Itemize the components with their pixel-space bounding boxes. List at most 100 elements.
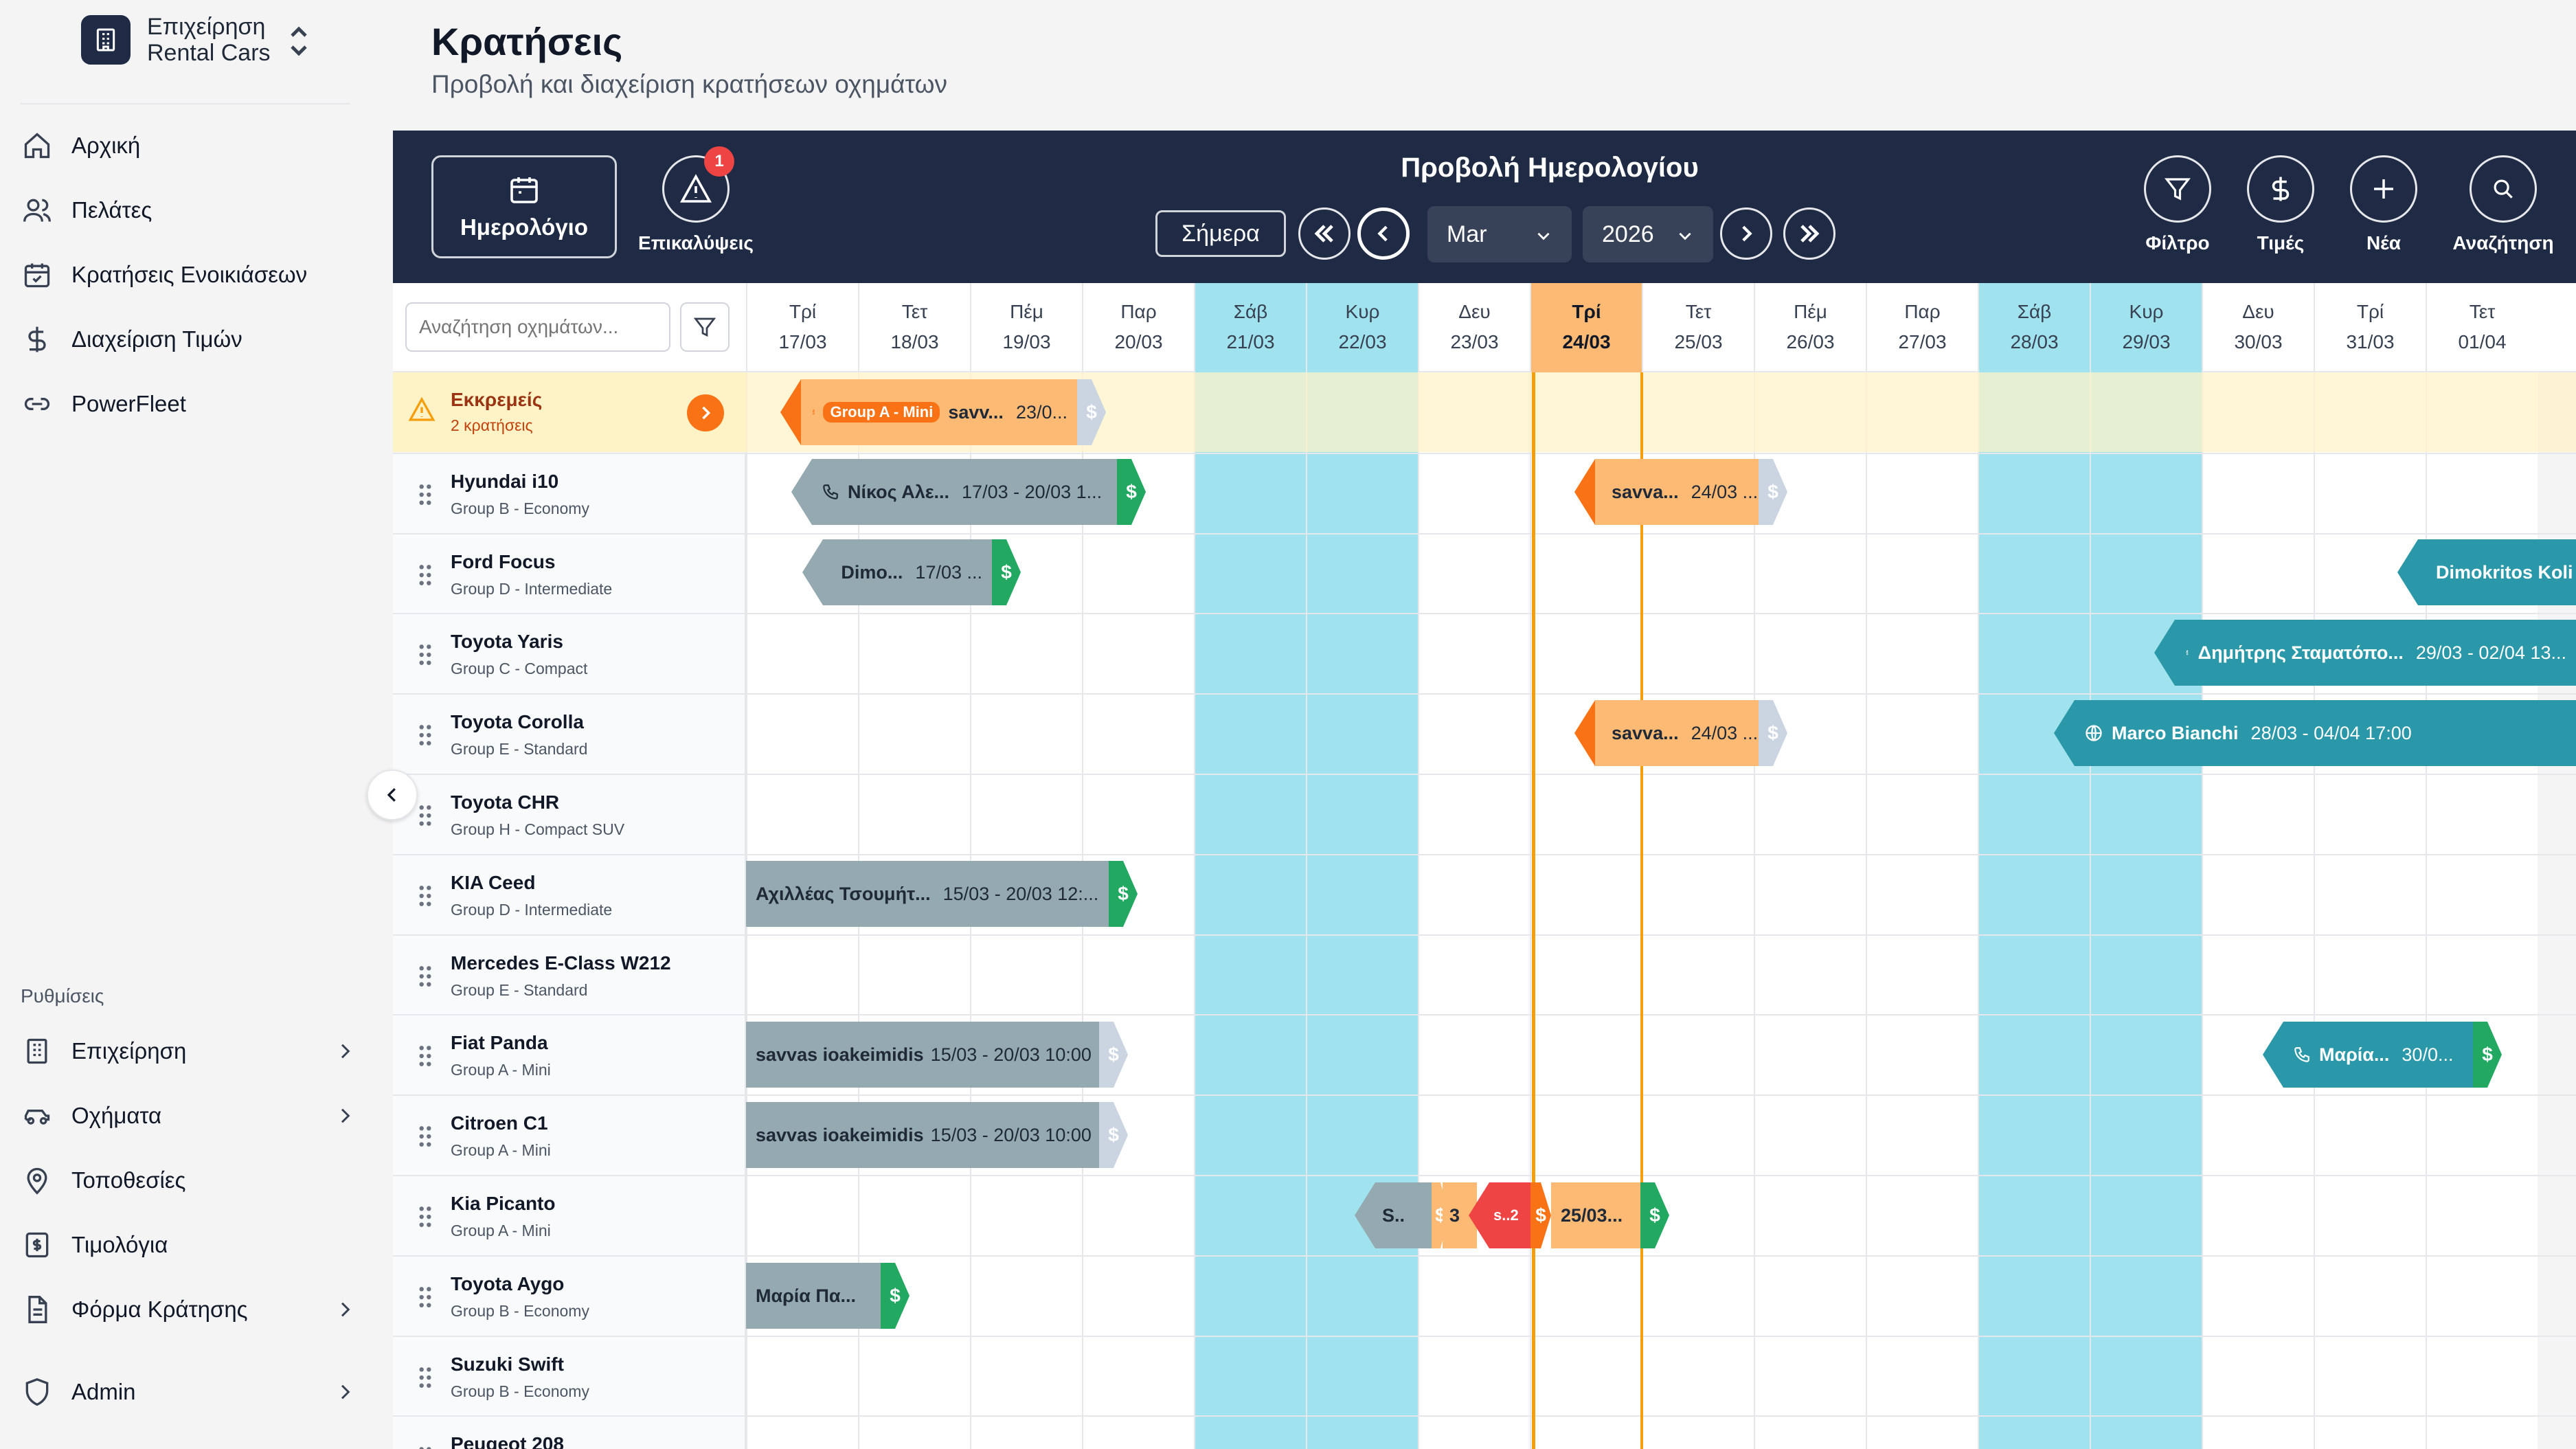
booking-bar[interactable]: Dimokritos Koli: [2397, 539, 2576, 605]
drag-handle-icon[interactable]: [418, 483, 433, 510]
sidebar-item-powerfleet[interactable]: PowerFleet: [19, 383, 363, 425]
business-switcher[interactable]: Επιχείρηση Rental Cars: [81, 14, 271, 66]
day-column-header: Τετ 25/03: [1642, 283, 1754, 372]
booking-bar-conflict[interactable]: s..2 $: [1469, 1182, 1551, 1248]
booking-bar[interactable]: Marco Bianchi 28/03 - 04/04 17:00: [2054, 700, 2576, 766]
sidebar-item-invoices[interactable]: Τιμολόγια: [19, 1224, 363, 1266]
day-column-header: Παρ 20/03: [1082, 283, 1194, 372]
booking-bar[interactable]: Dimo... 17/03 ... $: [802, 539, 1021, 605]
booking-dates: 15/03 - 20/03 12:...: [942, 883, 1099, 904]
next-month-button[interactable]: [1783, 207, 1835, 260]
year-select[interactable]: 2026: [1583, 206, 1713, 262]
drag-handle-icon[interactable]: [418, 804, 433, 831]
vehicle-row[interactable]: Toyota Corolla Group E - Standard: [393, 695, 746, 774]
sidebar-item-locations[interactable]: Τοποθεσίες: [19, 1160, 363, 1201]
vehicle-search-input[interactable]: [405, 302, 670, 352]
day-date: 26/03: [1786, 331, 1835, 352]
day-column-header: Πέμ 26/03: [1754, 283, 1866, 372]
day-name: Τετ: [1685, 301, 1712, 322]
walking-icon: [812, 409, 815, 415]
sidebar-item-admin[interactable]: Admin: [19, 1371, 363, 1413]
booking-bar[interactable]: savvas ioakeimidis 15/03 - 20/03 10:00 $: [746, 1022, 1128, 1088]
sidebar-item-booking-form[interactable]: Φόρμα Κράτησης: [19, 1289, 363, 1330]
phone-icon: [2294, 1047, 2309, 1062]
booking-bar[interactable]: Μαρία Πα... $: [746, 1263, 909, 1329]
sidebar-item-customers[interactable]: Πελάτες: [19, 190, 363, 231]
booking-bar[interactable]: 25/03... $: [1551, 1182, 1669, 1248]
drag-handle-icon[interactable]: [418, 643, 433, 670]
booking-bar[interactable]: Αχιλλέας Τσουμήτ... 15/03 - 20/03 12:...…: [746, 861, 1138, 927]
booking-bar[interactable]: S.. $: [1355, 1182, 1449, 1248]
page-title: Κρατήσεις: [431, 20, 623, 63]
vehicle-row[interactable]: Toyota Yaris Group C - Compact: [393, 614, 746, 694]
vehicle-row[interactable]: Peugeot 208: [393, 1417, 746, 1449]
year-value: 2026: [1602, 221, 1654, 247]
booking-bar[interactable]: Δημήτρης Σταματόπο... 29/03 - 02/04 13..…: [2154, 620, 2576, 686]
booking-bar[interactable]: savvas ioakeimidis 15/03 - 20/03 10:00 $: [746, 1102, 1128, 1168]
drag-handle-icon[interactable]: [418, 884, 433, 911]
vehicle-filter-button[interactable]: [680, 302, 730, 352]
drag-handle-icon[interactable]: [418, 1285, 433, 1312]
chevron-up-down-icon[interactable]: [285, 22, 313, 60]
drag-handle-icon[interactable]: [418, 563, 433, 590]
vehicle-row[interactable]: Ford Focus Group D - Intermediate: [393, 535, 746, 614]
vehicle-row[interactable]: Hyundai i10 Group B - Economy: [393, 454, 746, 534]
booking-customer: Δημήτρης Σταματόπο...: [2197, 642, 2404, 663]
conflicts-button[interactable]: 1 Επικαλύψεις: [638, 146, 754, 258]
payment-status-icon: $: [992, 539, 1021, 605]
vehicle-group: Group B - Economy: [451, 499, 589, 517]
vehicle-row[interactable]: KIA Ceed Group D - Intermediate: [393, 855, 746, 935]
prev-month-button[interactable]: [1298, 207, 1351, 260]
sidebar-item-rental-bookings[interactable]: Κρατήσεις Ενοικιάσεων: [19, 254, 363, 295]
today-button[interactable]: Σήμερα: [1155, 210, 1286, 257]
filter-button[interactable]: Φίλτρο: [2123, 155, 2233, 254]
vehicle-row[interactable]: Suzuki Swift Group B - Economy: [393, 1337, 746, 1417]
booking-customer: savva...: [1612, 481, 1679, 502]
vehicle-row[interactable]: Toyota Aygo Group B - Economy: [393, 1257, 746, 1336]
month-select[interactable]: Mar: [1427, 206, 1572, 262]
vehicle-name: Peugeot 208: [451, 1433, 564, 1449]
car-icon: [19, 1098, 55, 1134]
page-subtitle: Προβολή και διαχείριση κρατήσεων οχημάτω…: [431, 70, 948, 98]
booking-bar[interactable]: Νίκος Αλε... 17/03 - 20/03 1... $: [791, 459, 1146, 525]
calendar-view-button[interactable]: Ημερολόγιο: [431, 155, 617, 258]
search-button[interactable]: Αναζήτηση: [2448, 155, 2558, 254]
vehicle-row[interactable]: Kia Picanto Group A - Mini: [393, 1176, 746, 1256]
new-booking-button[interactable]: Νέα: [2329, 155, 2439, 254]
drag-handle-icon[interactable]: [418, 1125, 433, 1152]
vehicle-row[interactable]: Mercedes E-Class W212 Group E - Standard: [393, 936, 746, 1015]
sidebar-item-vehicles[interactable]: Οχήματα: [19, 1095, 363, 1136]
calendar-grid: Εκκρεμείς 2 κρατήσεις Hyundai i10 Group B…: [393, 372, 2576, 1449]
chevron-left-icon: [387, 788, 396, 802]
booking-bar[interactable]: Group A - Mini savv... 23/0... $: [780, 379, 1106, 445]
drag-handle-icon[interactable]: [418, 1366, 433, 1393]
sidebar-item-pricing[interactable]: Διαχείριση Τιμών: [19, 319, 363, 360]
sidebar-item-label: Admin: [71, 1379, 136, 1404]
day-name: Σάβ: [2017, 301, 2052, 322]
booking-bar[interactable]: savva... 24/03 ... $: [1574, 700, 1787, 766]
drag-handle-icon[interactable]: [418, 723, 433, 750]
sidebar-item-business[interactable]: Επιχείρηση: [19, 1031, 363, 1072]
booking-bar[interactable]: Μαρία... 30/0... $: [2263, 1022, 2502, 1088]
sidebar-item-home[interactable]: Αρχική: [19, 125, 363, 166]
booking-bar[interactable]: savva... 24/03 ... $: [1574, 459, 1787, 525]
vehicle-row[interactable]: Fiat Panda Group A - Mini: [393, 1015, 746, 1095]
prices-button[interactable]: Τιμές: [2226, 155, 2336, 254]
sidebar-item-label: Τοποθεσίες: [71, 1167, 186, 1193]
next-week-button[interactable]: [1720, 207, 1772, 260]
drag-handle-icon[interactable]: [418, 1446, 433, 1449]
pending-bookings-cell[interactable]: Εκκρεμείς 2 κρατήσεις: [393, 372, 746, 452]
new-label: Νέα: [2366, 232, 2402, 254]
drag-handle-icon[interactable]: [418, 965, 433, 991]
booking-customer: Marco Bianchi: [2112, 722, 2239, 743]
vehicle-name: Toyota Aygo: [451, 1273, 565, 1294]
current-time-line: [1640, 372, 1643, 1449]
vehicle-row[interactable]: Citroen C1 Group A - Mini: [393, 1096, 746, 1176]
drag-handle-icon[interactable]: [418, 1044, 433, 1071]
pending-open-button[interactable]: [687, 394, 724, 431]
drag-handle-icon[interactable]: [418, 1205, 433, 1232]
day-column-header: Τρί 17/03: [746, 283, 858, 372]
prev-week-button[interactable]: [1357, 207, 1410, 260]
sidebar-collapse-button[interactable]: [367, 770, 418, 820]
vehicle-row[interactable]: Toyota CHR Group H - Compact SUV: [393, 775, 746, 855]
